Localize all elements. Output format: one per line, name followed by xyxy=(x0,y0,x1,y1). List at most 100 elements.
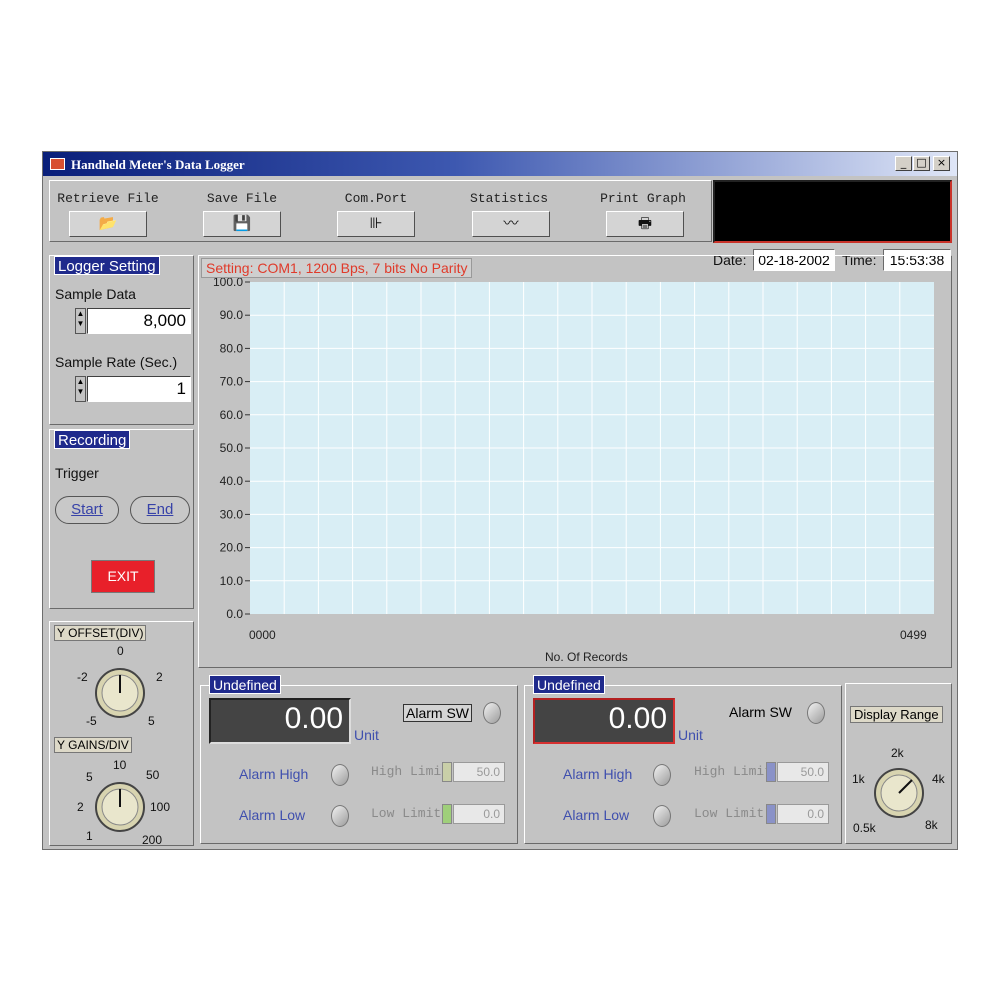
print-graph-button[interactable]: 🖶 xyxy=(606,211,684,237)
y-tick-label: 90.0 xyxy=(220,308,244,322)
close-button[interactable]: × xyxy=(933,156,950,171)
y-gains-tick-50: 50 xyxy=(146,768,160,782)
sample-rate-label: Sample Rate (Sec.) xyxy=(55,354,178,370)
display-range-tick-4k: 4k xyxy=(932,772,945,786)
channel-1-panel: Undefined 0.00 Unit Alarm SW Alarm High … xyxy=(200,675,518,844)
channel-2-alarm-high-led xyxy=(653,764,671,786)
channel-1-title: Undefined xyxy=(209,675,281,694)
window-title: Handheld Meter's Data Logger xyxy=(71,157,245,172)
channel-2-unit: Unit xyxy=(678,727,703,743)
channel-2-low-limit-label: Low Limit xyxy=(694,806,765,821)
start-button[interactable]: Start xyxy=(55,496,119,524)
end-button[interactable]: End xyxy=(130,496,190,524)
com-port-button[interactable]: ⊪ xyxy=(337,211,415,237)
y-gains-title: Y GAINS/DIV xyxy=(54,737,132,753)
sample-data-stepper[interactable]: ▲ ▼ xyxy=(75,308,86,334)
y-gains-tick-200: 200 xyxy=(142,833,163,847)
x-axis-label: No. Of Records xyxy=(545,650,628,664)
display-range-knob[interactable] xyxy=(872,766,926,820)
y-gains-tick-5: 5 xyxy=(86,770,93,784)
channel-2-alarm-sw-label: Alarm SW xyxy=(729,704,792,720)
channel-1-alarm-low-label: Alarm Low xyxy=(239,807,306,823)
y-tick-label: 20.0 xyxy=(220,541,244,555)
channel-2-high-limit-input[interactable]: 50.0 xyxy=(777,762,829,782)
exit-button[interactable]: EXIT xyxy=(91,560,155,593)
logger-setting-group: Logger Setting Sample Data ▲ ▼ 8,000 Samp… xyxy=(49,255,194,425)
x-last-label: 0499 xyxy=(900,628,927,642)
print-graph-label: Print Graph xyxy=(600,191,686,206)
sample-data-input[interactable]: 8,000 xyxy=(87,308,191,334)
display-range-tick-8k: 8k xyxy=(925,818,938,832)
graph-panel: Setting: COM1, 1200 Bps, 7 bits No Parit… xyxy=(198,255,952,668)
save-file-button[interactable]: 💾 xyxy=(203,211,281,237)
display-range-panel: Display Range 2k 1k 4k 0.5k 8k xyxy=(845,683,952,844)
minimize-button[interactable]: _ xyxy=(895,156,912,171)
floppy-disk-icon: 💾 xyxy=(232,215,252,232)
statistics-label: Statistics xyxy=(469,191,548,206)
channel-1-alarm-high-label: Alarm High xyxy=(239,766,309,782)
channel-1-alarm-high-led xyxy=(331,764,349,786)
display-range-tick-05k: 0.5k xyxy=(853,821,876,835)
data-chart[interactable]: 100.0 90.0 80.0 70.0 60.0 50.0 40.0 30.0 20.0 10.… xyxy=(199,278,951,623)
statistics-icon: 〰 xyxy=(503,215,519,232)
channel-2-low-limit-input[interactable]: 0.0 xyxy=(777,804,829,824)
channel-1-high-limit-input[interactable]: 50.0 xyxy=(453,762,505,782)
sample-rate-input[interactable]: 1 xyxy=(87,376,191,402)
display-range-tick-2k: 2k xyxy=(891,746,904,760)
y-tick-label: 0.0 xyxy=(226,607,243,621)
y-gains-tick-1: 1 xyxy=(86,829,93,843)
y-tick-label: 60.0 xyxy=(220,408,244,422)
com-port-label: Com.Port xyxy=(344,191,408,206)
channel-2-alarm-low-label: Alarm Low xyxy=(563,807,630,823)
channel-2-panel: Undefined 0.00 Unit Alarm SW Alarm High … xyxy=(524,675,842,844)
channel-1-unit: Unit xyxy=(354,727,379,743)
status-display xyxy=(713,180,952,243)
channel-1-high-limit-stepper[interactable] xyxy=(442,762,452,782)
channel-1-low-limit-stepper[interactable] xyxy=(442,804,452,824)
channel-2-title: Undefined xyxy=(533,675,605,694)
y-offset-tick-5: 5 xyxy=(148,714,155,728)
channel-1-value-display: 0.00 xyxy=(209,698,351,744)
trigger-label: Trigger xyxy=(55,465,99,481)
port-connector-icon: ⊪ xyxy=(369,215,383,232)
toolbar: Retrieve File 📂 Save File 💾 Com.Port ⊪ S… xyxy=(49,180,712,242)
retrieve-file-button[interactable]: 📂 xyxy=(69,211,147,237)
sample-rate-stepper[interactable]: ▲ ▼ xyxy=(75,376,86,402)
channel-1-alarm-low-led xyxy=(331,805,349,827)
y-tick-label: 30.0 xyxy=(220,507,244,521)
channel-2-low-limit-stepper[interactable] xyxy=(766,804,776,824)
y-axis-controls: Y OFFSET(DIV) 0 -2 2 -5 5 Y GAINS/DIV 10… xyxy=(49,621,194,847)
channel-2-high-limit-stepper[interactable] xyxy=(766,762,776,782)
recording-group: Recording Trigger Start End EXIT xyxy=(49,429,194,609)
y-tick-label: 80.0 xyxy=(220,341,244,355)
sample-data-label: Sample Data xyxy=(55,286,136,302)
channel-2-alarm-sw-toggle[interactable] xyxy=(807,702,825,724)
channel-1-low-limit-label: Low Limit xyxy=(371,806,442,821)
logger-setting-title: Logger Setting xyxy=(54,256,160,275)
y-tick-label: 40.0 xyxy=(220,474,244,488)
y-gains-tick-2: 2 xyxy=(77,800,84,814)
channel-1-alarm-sw-toggle[interactable] xyxy=(483,702,501,724)
channel-1-high-limit-label: High Limit xyxy=(371,764,450,779)
setting-text: Setting: COM1, 1200 Bps, 7 bits No Parit… xyxy=(201,258,473,278)
display-range-title: Display Range xyxy=(850,706,943,723)
channel-2-high-limit-label: High Limit xyxy=(694,764,773,779)
y-offset-tick-neg2: -2 xyxy=(77,670,88,684)
channel-2-value-display: 0.00 xyxy=(533,698,675,744)
y-gains-knob[interactable] xyxy=(93,780,147,834)
statistics-button[interactable]: 〰 xyxy=(472,211,550,237)
channel-1-low-limit-input[interactable]: 0.0 xyxy=(453,804,505,824)
save-file-label: Save File xyxy=(206,191,278,206)
display-range-tick-1k: 1k xyxy=(852,772,865,786)
recording-title: Recording xyxy=(54,430,131,449)
y-tick-label: 10.0 xyxy=(220,574,244,588)
title-bar[interactable]: Handheld Meter's Data Logger _ □ × xyxy=(43,152,957,176)
maximize-button[interactable]: □ xyxy=(913,156,930,171)
y-offset-knob[interactable] xyxy=(93,666,147,720)
channel-1-alarm-sw-label: Alarm SW xyxy=(403,704,472,722)
y-tick-label: 50.0 xyxy=(220,441,244,455)
x-first-label: 0000 xyxy=(249,628,276,642)
printer-icon: 🖶 xyxy=(637,215,653,232)
open-folder-icon: 📂 xyxy=(98,215,118,232)
channel-2-alarm-high-label: Alarm High xyxy=(563,766,633,782)
